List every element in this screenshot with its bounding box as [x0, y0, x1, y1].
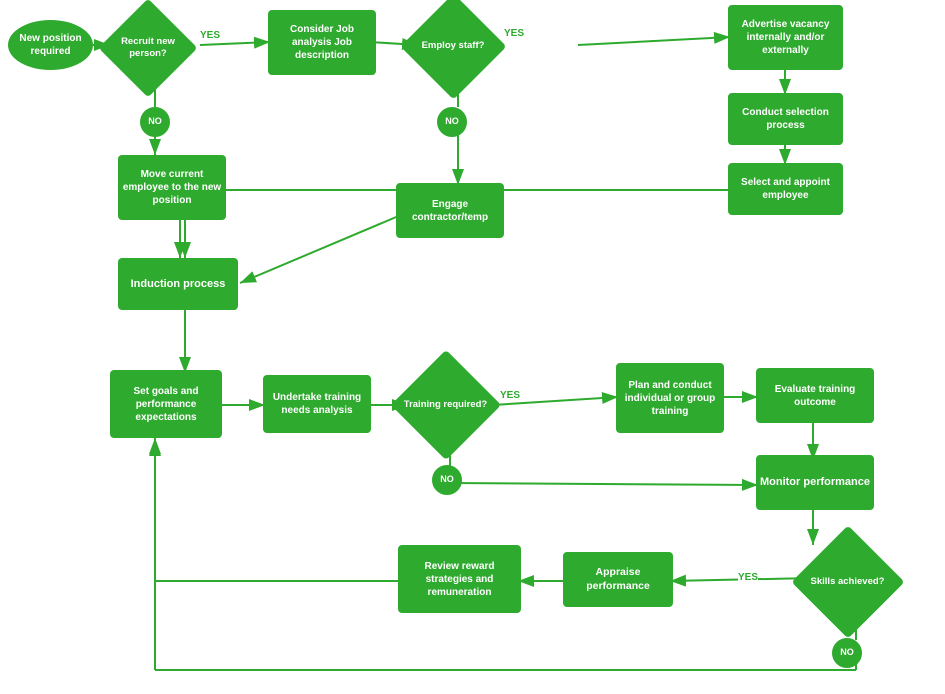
no-skills-circle: NO	[832, 638, 862, 668]
monitor-performance-node: Monitor performance	[756, 455, 874, 510]
appraise-performance-node: Appraise performance	[563, 552, 673, 607]
no-training-circle: NO	[432, 465, 462, 495]
plan-conduct-node: Plan and conduct individual or group tra…	[616, 363, 724, 433]
skills-achieved-node: Skills achieved?	[800, 538, 895, 626]
employ-staff-node: Employ staff?	[408, 12, 498, 80]
evaluate-training-node: Evaluate training outcome	[756, 368, 874, 423]
undertake-training-node: Undertake training needs analysis	[263, 375, 371, 433]
recruit-node: Recruit new person?	[108, 15, 188, 80]
yes-employ-label: YES	[504, 28, 524, 39]
conduct-selection-node: Conduct selection process	[728, 93, 843, 145]
yes-recruit-label: YES	[200, 30, 220, 41]
yes-skills-label: YES	[738, 572, 758, 583]
yes-training-label: YES	[500, 390, 520, 401]
no-employ-circle: NO	[437, 107, 467, 137]
new-position-node: New position required	[8, 20, 93, 70]
induction-node: Induction process	[118, 258, 238, 310]
training-required-node: Training required?	[398, 362, 493, 447]
no-recruit-circle: NO	[140, 107, 170, 137]
engage-contractor-node: Engage contractor/temp	[396, 183, 504, 238]
set-goals-node: Set goals and performance expectations	[110, 370, 222, 438]
consider-node: Consider Job analysis Job description	[268, 10, 376, 75]
advertise-node: Advertise vacancy internally and/or exte…	[728, 5, 843, 70]
move-employee-node: Move current employee to the new positio…	[118, 155, 226, 220]
flowchart: New position required Recruit new person…	[0, 0, 945, 694]
review-reward-node: Review reward strategies and remuneratio…	[398, 545, 521, 613]
select-appoint-node: Select and appoint employee	[728, 163, 843, 215]
